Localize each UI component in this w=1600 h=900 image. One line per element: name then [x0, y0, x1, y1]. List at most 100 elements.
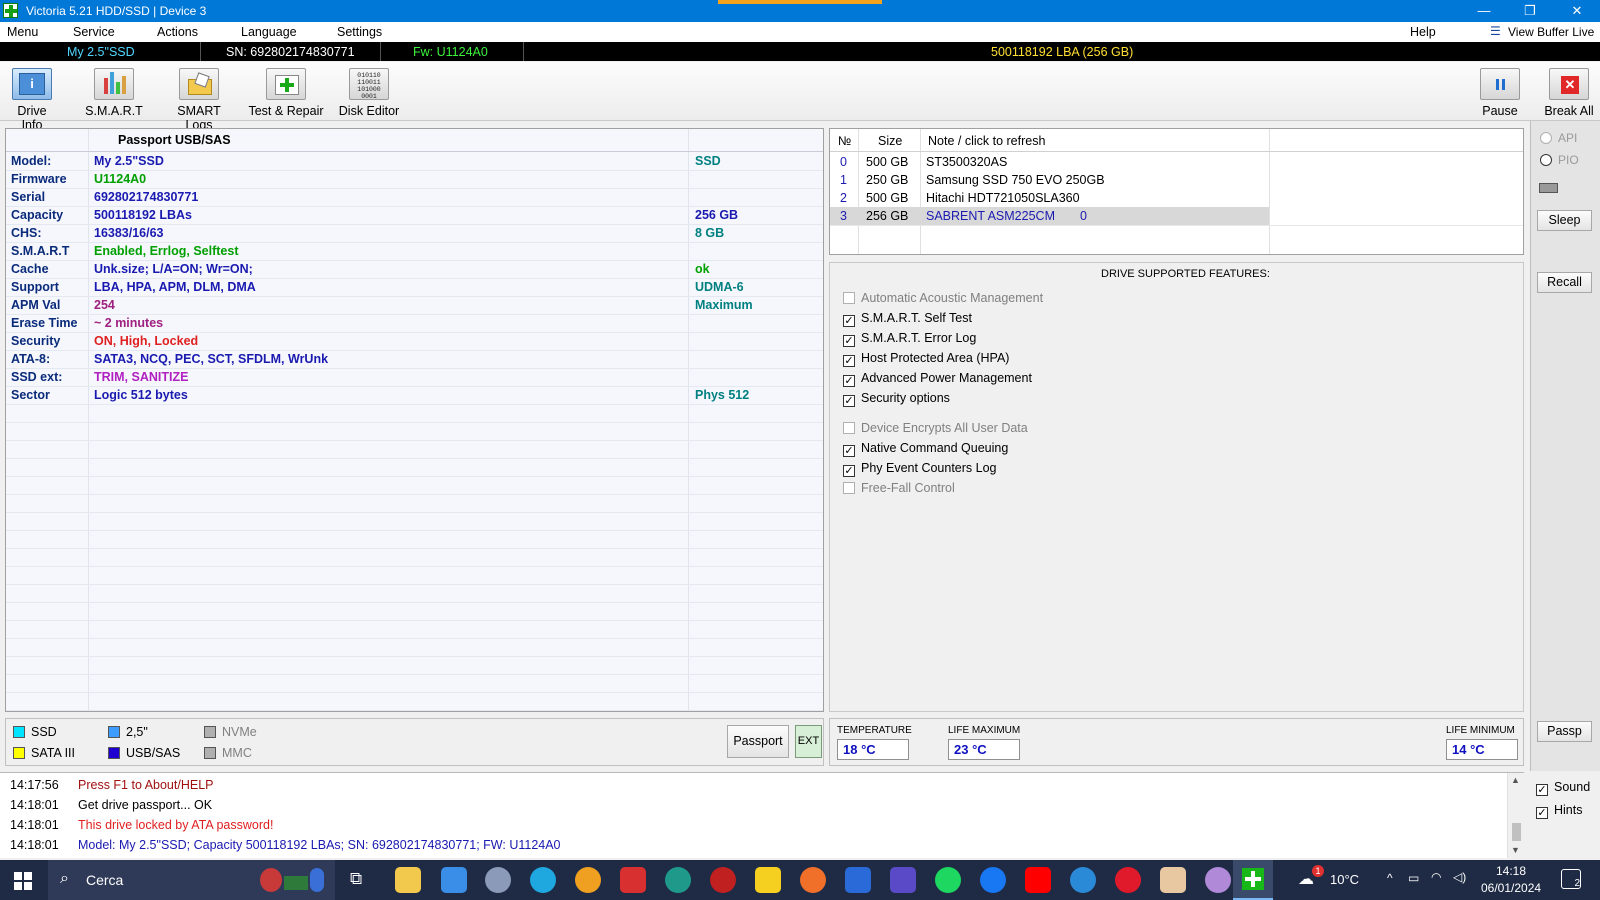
clock-time[interactable]: 14:18 — [1496, 864, 1526, 878]
feature-checkbox[interactable]: ✓ Advanced Power Management — [843, 371, 1032, 387]
feature-checkbox[interactable]: Device Encrypts All User Data — [843, 421, 1028, 435]
view-buffer-live[interactable]: View Buffer Live — [1508, 25, 1594, 39]
passport-header: Passport USB/SAS — [118, 133, 231, 147]
break-all-label: Break All — [1544, 104, 1594, 118]
checkbox-checked-icon: ✓ — [843, 315, 855, 327]
app-icon[interactable] — [665, 867, 691, 893]
ccleaner-icon[interactable] — [1070, 867, 1096, 893]
screen-recorder-icon[interactable] — [620, 867, 646, 893]
menu-item-language[interactable]: Language — [241, 25, 297, 39]
file-explorer-icon[interactable] — [395, 867, 421, 893]
windows-start-icon[interactable] — [14, 872, 32, 890]
clock-date[interactable]: 06/01/2024 — [1481, 881, 1541, 895]
log-message: Press F1 to About/HELP — [78, 778, 214, 792]
col-header-note[interactable]: Note / click to refresh — [928, 134, 1045, 148]
pio-radio[interactable]: PIO — [1540, 153, 1579, 167]
minimize-button[interactable]: — — [1461, 0, 1507, 22]
feature-checkbox[interactable]: ✓ S.M.A.R.T. Error Log — [843, 331, 976, 347]
firefox-icon[interactable] — [800, 867, 826, 893]
opera-icon[interactable] — [1115, 867, 1141, 893]
passport-button[interactable]: Passport — [727, 725, 789, 758]
legend-size25: 2,5" — [108, 725, 148, 739]
checkbox-empty-icon — [843, 482, 855, 494]
life-max-label: LIFE MAXIMUM — [948, 725, 1021, 736]
scroll-down-icon[interactable]: ▼ — [1511, 845, 1520, 855]
smart-logs-button[interactable]: SMART Logs — [163, 68, 235, 132]
teams-icon[interactable] — [890, 867, 916, 893]
notification-center-icon[interactable]: 2 — [1561, 869, 1581, 889]
search-highlight-icon — [284, 876, 308, 890]
feature-checkbox[interactable]: Automatic Acoustic Management — [843, 291, 1043, 305]
checkbox-checked-icon: ✓ — [843, 375, 855, 387]
restore-button[interactable]: ❐ — [1507, 0, 1553, 22]
list-icon: ☰ — [1490, 24, 1501, 38]
app-logo-icon — [3, 3, 18, 18]
edge-icon[interactable] — [530, 867, 556, 893]
life-max-value: 23 °C — [948, 739, 1020, 760]
feature-checkbox[interactable]: Free-Fall Control — [843, 481, 955, 495]
feature-checkbox[interactable]: ✓ Security options — [843, 391, 950, 407]
sticky-notes-icon[interactable] — [755, 867, 781, 893]
task-view-icon[interactable]: ⧉ — [350, 869, 362, 889]
wifi-icon[interactable]: ◠ — [1431, 870, 1441, 884]
checkbox-checked-icon: ✓ — [843, 465, 855, 477]
taskbar-search-box[interactable]: ⌕ Cerca — [48, 860, 335, 900]
passport-row-extra: 256 GB — [695, 208, 739, 222]
break-all-button[interactable]: ✕ Break All — [1543, 68, 1595, 118]
disk-editor-label: Disk Editor — [338, 104, 400, 118]
tray-chevron-icon[interactable]: ^ — [1387, 871, 1393, 885]
meet-icon[interactable]: ▭ — [1408, 871, 1419, 885]
features-panel: DRIVE SUPPORTED FEATURES: Automatic Acou… — [829, 262, 1524, 712]
remote-desktop-icon[interactable] — [485, 867, 511, 893]
victoria-taskbar-button[interactable] — [1233, 860, 1273, 900]
browser-icon[interactable] — [1205, 867, 1231, 893]
test-repair-button[interactable]: Test & Repair — [247, 68, 325, 118]
scroll-thumb[interactable] — [1512, 823, 1521, 841]
spotify-icon[interactable] — [935, 867, 961, 893]
feature-checkbox[interactable]: ✓ Native Command Queuing — [843, 441, 1008, 457]
legend-nvme: NVMe — [204, 725, 257, 739]
log-scrollbar[interactable]: ▲ ▼ — [1507, 773, 1524, 858]
victoria-cross-icon — [1242, 868, 1264, 890]
menu-item-settings[interactable]: Settings — [337, 25, 382, 39]
passport-row-value: ~ 2 minutes — [94, 316, 164, 330]
checkbox-checked-icon: ✓ — [1536, 807, 1548, 819]
feature-checkbox[interactable]: ✓ Host Protected Area (HPA) — [843, 351, 1009, 367]
api-radio[interactable]: API — [1540, 131, 1577, 145]
feature-checkbox[interactable]: ✓ Phy Event Counters Log — [843, 461, 997, 477]
log-time: 14:17:56 — [10, 778, 59, 792]
feature-checkbox[interactable]: ✓ S.M.A.R.T. Self Test — [843, 311, 972, 327]
sound-checkbox[interactable]: ✓ Sound — [1536, 780, 1590, 796]
menu-item-service[interactable]: Service — [73, 25, 115, 39]
passport-row-extra: ok — [695, 262, 710, 276]
checkbox-empty-icon — [843, 292, 855, 304]
sleep-button[interactable]: Sleep — [1537, 210, 1592, 231]
disk-editor-button[interactable]: 010110 110011 101000 0001 Disk Editor — [337, 68, 401, 118]
passp-button[interactable]: Passp — [1537, 721, 1592, 742]
volume-icon[interactable]: ◁) — [1453, 870, 1466, 884]
passport-row-label: Sector — [11, 388, 50, 402]
antivirus-icon[interactable] — [710, 867, 736, 893]
shield-icon[interactable] — [845, 867, 871, 893]
recall-button[interactable]: Recall — [1537, 272, 1592, 293]
facebook-icon[interactable] — [980, 867, 1006, 893]
menu-item-menu[interactable]: Menu — [7, 25, 38, 39]
passport-row-label: Cache — [11, 262, 49, 276]
vpn-icon[interactable] — [575, 867, 601, 893]
close-button[interactable]: ✕ — [1554, 0, 1600, 22]
ext-button[interactable]: EXT — [795, 725, 822, 758]
folder-icon — [179, 68, 219, 100]
scroll-up-icon[interactable]: ▲ — [1511, 775, 1520, 785]
menu-item-actions[interactable]: Actions — [157, 25, 198, 39]
menu-item-help[interactable]: Help — [1410, 25, 1436, 39]
hints-checkbox[interactable]: ✓ Hints — [1536, 803, 1582, 819]
drive-list-table[interactable]: № Size Note / click to refresh 0 500 GB ST… — [829, 128, 1524, 255]
pause-button[interactable]: Pause — [1478, 68, 1522, 118]
drive-info-button[interactable]: i Drive Info — [6, 68, 58, 132]
passport-row-label: Security — [11, 334, 61, 348]
document-icon[interactable] — [1160, 867, 1186, 893]
log-panel[interactable]: 14:17:56 Press F1 to About/HELP 14:18:01 Ge… — [0, 772, 1524, 858]
youtube-icon[interactable] — [1025, 867, 1051, 893]
computer-icon[interactable] — [441, 867, 467, 893]
smart-button[interactable]: S.M.A.R.T — [84, 68, 144, 118]
